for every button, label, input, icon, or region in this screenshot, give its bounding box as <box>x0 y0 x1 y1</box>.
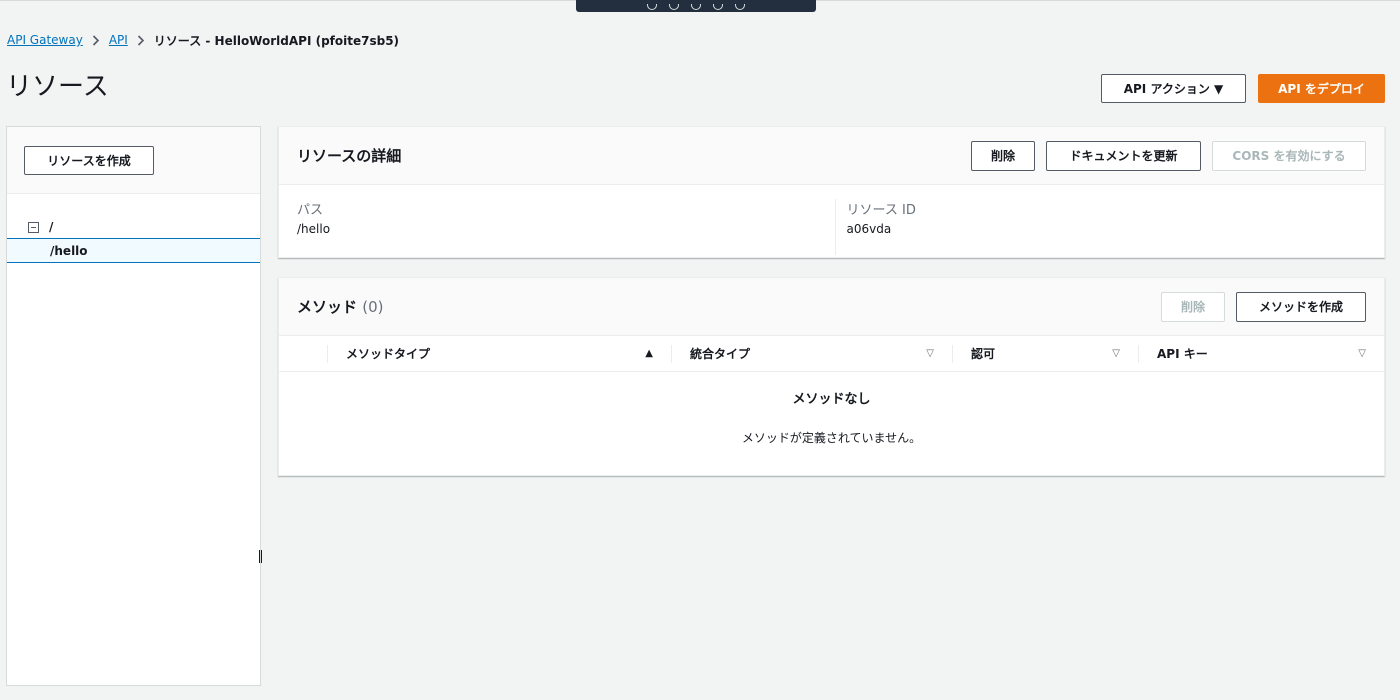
resource-tree-header: リソースを作成 <box>7 127 260 194</box>
tree-root-node[interactable]: / <box>7 216 260 238</box>
empty-state-description: メソッドが定義されていません。 <box>741 431 922 445</box>
path-field: パス /hello <box>279 199 835 255</box>
select-column <box>279 345 327 363</box>
toolbar-icon[interactable] <box>647 4 657 10</box>
column-method-type[interactable]: メソッドタイプ ▲ <box>327 344 671 363</box>
tree-root-label: / <box>49 220 54 234</box>
resource-details-card: リソースの詳細 削除 ドキュメントを更新 CORS を有効にする パス /hel… <box>278 126 1385 258</box>
resource-details-header: リソースの詳細 削除 ドキュメントを更新 CORS を有効にする <box>279 127 1384 185</box>
column-authorization-label: 認可 <box>971 347 996 361</box>
sort-icon[interactable]: ▽ <box>1358 348 1366 359</box>
methods-header: メソッド (0) 削除 メソッドを作成 <box>279 278 1384 336</box>
tree-item-label: /hello <box>50 243 88 258</box>
column-api-key-label: API キー <box>1157 347 1208 361</box>
sort-ascending-icon[interactable]: ▲ <box>645 348 653 359</box>
column-api-key[interactable]: API キー ▽ <box>1138 344 1384 363</box>
chevron-right-icon <box>91 34 101 46</box>
sort-icon[interactable]: ▽ <box>926 348 934 359</box>
breadcrumb-api[interactable]: API <box>109 33 128 47</box>
resource-id-value: a06vda <box>846 222 892 236</box>
page-title: リソース <box>6 72 109 102</box>
methods-empty-state: メソッドなし メソッドが定義されていません。 <box>279 372 1384 446</box>
tree-item-hello[interactable]: /hello <box>7 238 260 263</box>
methods-title: メソッド (0) <box>297 296 1161 317</box>
toolbar-icon[interactable] <box>669 4 679 10</box>
enable-cors-button[interactable]: CORS を有効にする <box>1212 140 1366 171</box>
deploy-api-button[interactable]: API をデプロイ <box>1258 74 1385 103</box>
resource-tree: / /hello <box>7 194 260 263</box>
create-resource-button[interactable]: リソースを作成 <box>24 145 154 175</box>
resource-details-title: リソースの詳細 <box>297 147 402 165</box>
toolbar-icon[interactable] <box>735 4 745 10</box>
delete-resource-button[interactable]: 削除 <box>971 140 1035 171</box>
toolbar-icon[interactable] <box>691 4 701 10</box>
resource-tree-panel: リソースを作成 / /hello <box>6 126 262 686</box>
methods-count: (0) <box>362 298 384 316</box>
panel-resize-handle[interactable] <box>259 550 262 563</box>
api-actions-button[interactable]: API アクション ▼ <box>1101 74 1246 103</box>
breadcrumb: API Gateway API リソース - HelloWorldAPI (pf… <box>7 31 399 49</box>
column-integration-type[interactable]: 統合タイプ ▽ <box>671 344 952 363</box>
path-label: パス <box>297 203 324 218</box>
empty-state-title: メソッドなし <box>792 392 871 407</box>
update-documentation-button[interactable]: ドキュメントを更新 <box>1046 140 1201 171</box>
collapse-icon[interactable] <box>28 221 39 233</box>
methods-table-header: メソッドタイプ ▲ 統合タイプ ▽ 認可 ▽ API キー ▽ <box>279 336 1384 372</box>
resource-details-body: パス /hello リソース ID a06vda <box>279 185 1384 255</box>
breadcrumb-current: リソース - HelloWorldAPI (pfoite7sb5) <box>153 33 400 48</box>
sort-icon[interactable]: ▽ <box>1112 348 1120 359</box>
column-authorization[interactable]: 認可 ▽ <box>952 344 1138 363</box>
column-integration-type-label: 統合タイプ <box>690 347 751 361</box>
resource-id-label: リソース ID <box>846 203 916 218</box>
column-method-type-label: メソッドタイプ <box>346 347 431 361</box>
chevron-right-icon <box>136 34 146 46</box>
resource-id-field: リソース ID a06vda <box>834 199 1385 255</box>
screen-toolbar[interactable] <box>576 0 816 12</box>
methods-card: メソッド (0) 削除 メソッドを作成 メソッドタイプ ▲ 統合タイプ ▽ 認可… <box>278 277 1385 476</box>
create-method-button[interactable]: メソッドを作成 <box>1236 291 1366 322</box>
toolbar-icon[interactable] <box>713 4 723 10</box>
path-value: /hello <box>297 222 331 236</box>
delete-method-button[interactable]: 削除 <box>1161 291 1225 322</box>
methods-title-text: メソッド <box>297 298 358 316</box>
breadcrumb-api-gateway[interactable]: API Gateway <box>7 33 83 47</box>
